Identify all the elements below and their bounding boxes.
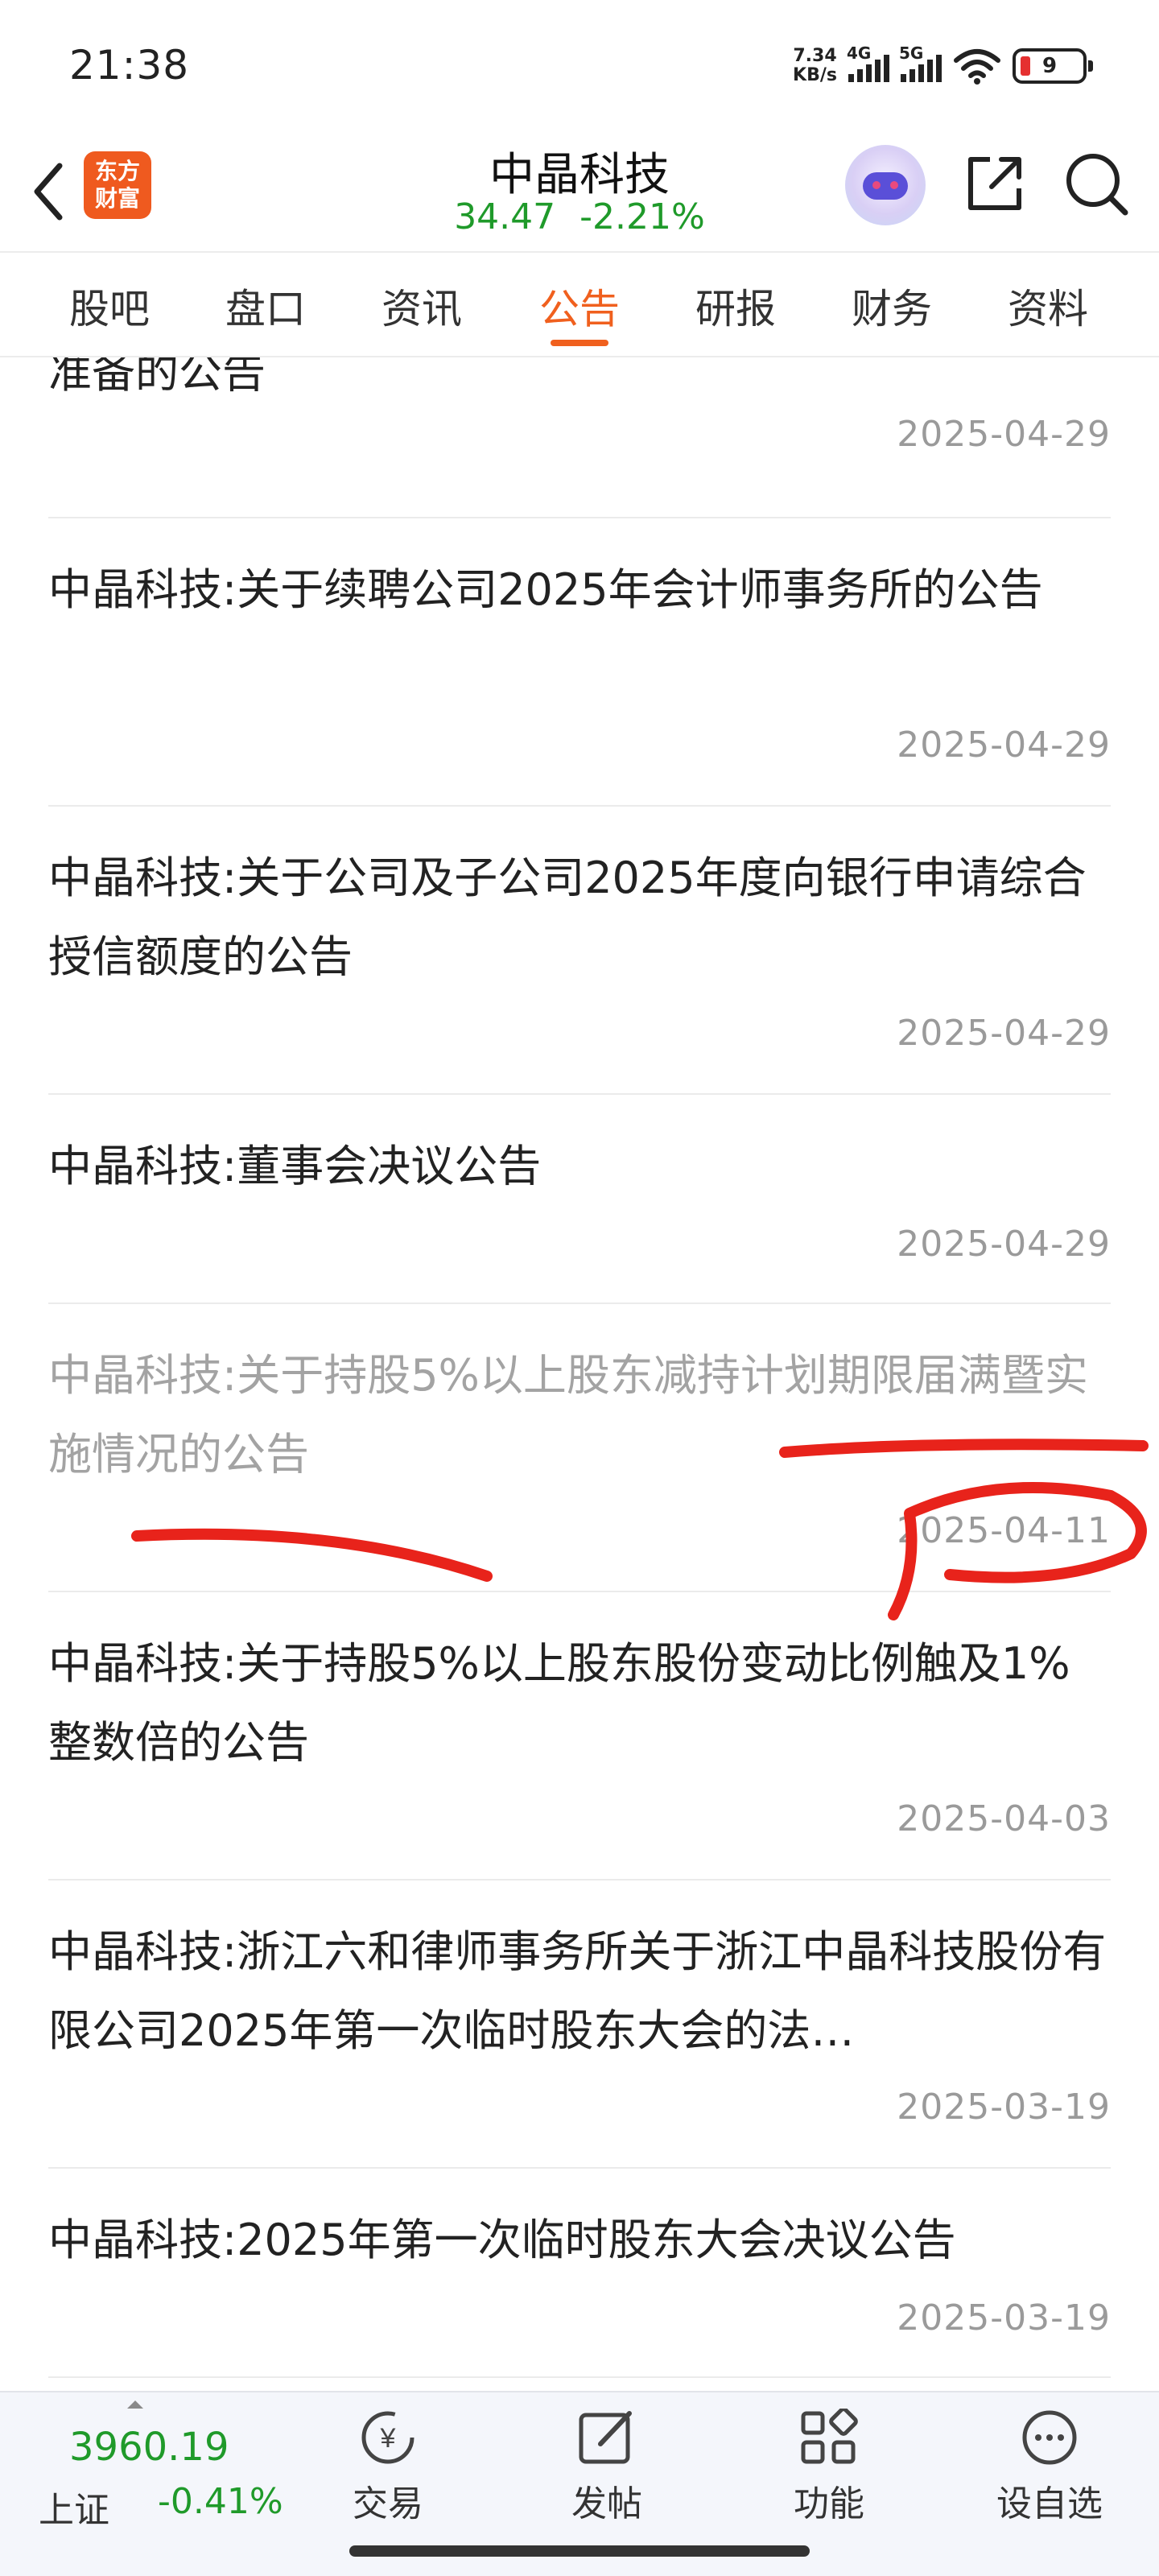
announcement-date: 2025-03-19 xyxy=(897,2297,1111,2339)
announcement-date: 2025-04-29 xyxy=(897,1013,1111,1054)
svg-text:¥: ¥ xyxy=(380,2423,396,2454)
signal-4g-icon: 4G xyxy=(847,43,889,82)
announcement-title: 中晶科技:董事会决议公告 xyxy=(48,1141,542,1191)
announcement-date: 2025-04-03 xyxy=(897,1798,1111,1839)
announcement-date: 2025-04-11 xyxy=(897,1510,1111,1551)
caret-up-icon[interactable] xyxy=(127,2401,143,2409)
battery-level: 9 xyxy=(1041,54,1058,78)
tab-finance[interactable]: 财务 xyxy=(827,277,956,335)
status-icons: 7.34 KB/s 4G 5G 9 xyxy=(793,43,1093,85)
grid-icon xyxy=(801,2409,858,2464)
stock-price: 34.47 xyxy=(454,196,556,237)
announcement-date: 2025-03-19 xyxy=(897,2087,1111,2128)
tab-bar: 股吧 盘口 资讯 公告 研报 财务 资料 xyxy=(0,251,1159,357)
list-item[interactable]: 中晶科技:关于持股5%以上股东减持计划期限届满暨实施情况的公告 2025-04-… xyxy=(48,1336,1111,1551)
edit-icon xyxy=(579,2411,632,2464)
announcement-title: 中晶科技:关于公司及子公司2025年度向银行申请综合授信额度的公告 xyxy=(48,852,1087,982)
announcement-title: 准备的公告 xyxy=(48,357,266,398)
announcement-title: 中晶科技:关于续聘公司2025年会计师事务所的公告 xyxy=(48,564,1043,615)
functions-button[interactable]: 功能 xyxy=(765,2409,893,2526)
post-label: 发帖 xyxy=(571,2483,642,2524)
index-value[interactable]: 3960.19 xyxy=(69,2425,229,2470)
active-tab-indicator xyxy=(551,340,608,346)
trade-icon: ¥ xyxy=(361,2411,415,2464)
announcement-date: 2025-04-29 xyxy=(897,724,1111,766)
tab-news[interactable]: 资讯 xyxy=(357,277,486,335)
list-item[interactable]: 中晶科技:关于续聘公司2025年会计师事务所的公告 2025-04-29 xyxy=(48,551,1111,766)
home-indicator[interactable] xyxy=(349,2545,810,2557)
watchlist-label: 设自选 xyxy=(996,2483,1103,2524)
list-item[interactable]: 中晶科技:关于公司及子公司2025年度向银行申请综合授信额度的公告 2025-0… xyxy=(48,839,1111,1054)
add-watchlist-button[interactable]: 设自选 xyxy=(985,2409,1114,2526)
divider xyxy=(48,2376,1111,2378)
search-icon[interactable] xyxy=(1062,150,1130,217)
network-speed-value: 7.34 xyxy=(793,46,837,66)
list-item[interactable]: 准备的公告 2025-04-29 xyxy=(48,357,1111,455)
trade-label: 交易 xyxy=(353,2483,423,2524)
clock: 21:38 xyxy=(69,42,190,89)
announcement-date: 2025-04-29 xyxy=(897,414,1111,455)
list-item[interactable]: 中晶科技:浙江六和律师事务所关于浙江中晶科技股份有限公司2025年第一次临时股东… xyxy=(48,1913,1111,2128)
network-speed: 7.34 KB/s xyxy=(793,47,837,85)
divider xyxy=(48,1093,1111,1095)
more-icon xyxy=(1022,2410,1077,2465)
announcement-title: 中晶科技:2025年第一次临时股东大会决议公告 xyxy=(48,2215,956,2265)
signal-4g-label: 4G xyxy=(847,43,872,63)
list-item[interactable]: 中晶科技:关于持股5%以上股东股份变动比例触及1%整数倍的公告 2025-04-… xyxy=(48,1624,1111,1839)
list-item[interactable]: 中晶科技:2025年第一次临时股东大会决议公告 2025-03-19 xyxy=(48,2201,1111,2339)
index-change[interactable]: -0.41% xyxy=(158,2481,283,2522)
network-speed-unit: KB/s xyxy=(793,65,837,85)
signal-5g-icon: 5G xyxy=(899,43,942,82)
divider xyxy=(48,1302,1111,1304)
announcement-date: 2025-04-29 xyxy=(897,1224,1111,1265)
stock-header: 东方 财富 中晶科技 34.47 -2.21% xyxy=(0,137,1159,251)
trade-button[interactable]: ¥ 交易 xyxy=(324,2409,452,2526)
bottom-bar: 3960.19 上证 -0.41% ¥ 交易 发帖 功能 设自选 xyxy=(0,2391,1159,2576)
tab-profile[interactable]: 资料 xyxy=(984,277,1112,335)
divider xyxy=(48,1591,1111,1592)
ai-assistant-avatar[interactable] xyxy=(845,145,926,225)
announcement-title: 中晶科技:关于持股5%以上股东减持计划期限届满暨实施情况的公告 xyxy=(48,1350,1088,1480)
wifi-icon xyxy=(954,49,1000,85)
list-item[interactable]: 中晶科技:董事会决议公告 2025-04-29 xyxy=(48,1127,1111,1265)
status-bar: 21:38 7.34 KB/s 4G 5G 9 xyxy=(0,0,1159,137)
share-icon[interactable] xyxy=(963,151,1027,216)
announcement-list: 准备的公告 2025-04-29 中晶科技:关于续聘公司2025年会计师事务所的… xyxy=(0,357,1159,2391)
signal-5g-label: 5G xyxy=(899,43,924,63)
announcement-title: 中晶科技:关于持股5%以上股东股份变动比例触及1%整数倍的公告 xyxy=(48,1638,1070,1768)
battery-icon: 9 xyxy=(1013,48,1093,84)
divider xyxy=(48,1879,1111,1880)
divider xyxy=(48,517,1111,518)
tab-research[interactable]: 研报 xyxy=(671,277,800,335)
tab-announcements[interactable]: 公告 xyxy=(515,277,644,335)
announcement-title: 中晶科技:浙江六和律师事务所关于浙江中晶科技股份有限公司2025年第一次临时股东… xyxy=(48,1926,1107,2056)
divider xyxy=(48,2167,1111,2169)
tab-guba[interactable]: 股吧 xyxy=(45,277,174,335)
stock-change: -2.21% xyxy=(580,196,705,237)
index-name[interactable]: 上证 xyxy=(39,2481,109,2533)
divider xyxy=(48,805,1111,807)
functions-label: 功能 xyxy=(794,2483,864,2524)
post-button[interactable]: 发帖 xyxy=(542,2409,671,2526)
tab-pankou[interactable]: 盘口 xyxy=(201,277,330,335)
